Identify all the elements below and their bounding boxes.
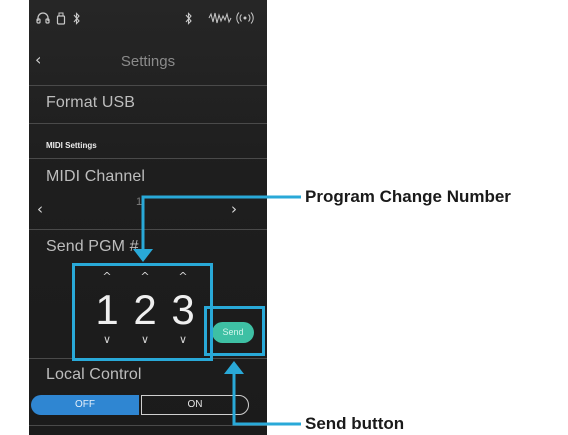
annotation-arrows: [133, 195, 301, 426]
program-change-number-label: Program Change Number: [305, 187, 511, 206]
send-button-label: Send button: [305, 414, 405, 433]
manual-illustration: ‹ Settings Format USB MIDI Settings MIDI…: [0, 0, 568, 435]
program-change-leader-line: [141, 195, 301, 255]
send-leader-line: [232, 370, 301, 426]
send-arrowhead: [224, 361, 244, 374]
program-change-arrowhead: [133, 249, 153, 262]
